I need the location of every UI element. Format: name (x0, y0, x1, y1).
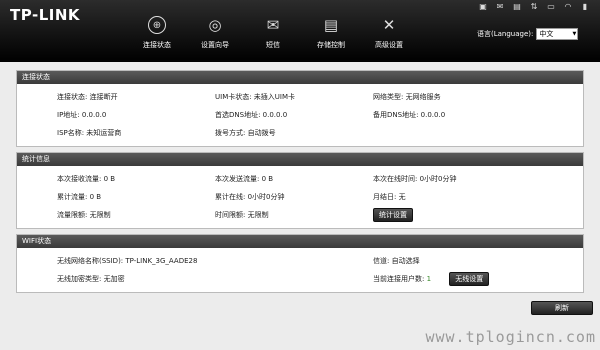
dial-mode: 拨号方式: 自动拨号 (215, 129, 276, 137)
main-content: 连接状态 连接状态: 连接断开 UIM卡状态: 未插入UIM卡 网络类型: 无网… (16, 70, 584, 298)
nav-label: 连接状态 (143, 41, 171, 49)
nav-label: 设置向导 (201, 41, 229, 49)
signal-icon: ▮ (582, 2, 588, 11)
wifi-encryption: 无线加密类型: 无加密 (57, 275, 125, 283)
time-limit: 时间限额: 无限制 (215, 211, 269, 219)
main-nav: ⊕ 连接状态 ◎ 设置向导 ✉ 短信 ▤ 存储控制 ✕ 高级设置 (128, 16, 418, 50)
nav-item-sms[interactable]: ✉ 短信 (244, 16, 302, 50)
nav-item-storage[interactable]: ▤ 存储控制 (302, 16, 360, 50)
ip-address: IP地址: 0.0.0.0 (57, 111, 107, 119)
panel-title: 连接状态 (17, 71, 583, 84)
stats-settings-button[interactable]: 统计设置 (373, 208, 413, 222)
wifi-channel: 信道: 自动选择 (373, 257, 420, 265)
nav-label: 高级设置 (375, 41, 403, 49)
stats-button-cell: 统计设置 (373, 206, 543, 224)
connection-status: 连接状态: 连接断开 (57, 93, 118, 101)
secondary-dns: 备用DNS地址: 0.0.0.0 (373, 111, 446, 119)
wifi-settings-button[interactable]: 无线设置 (449, 272, 490, 286)
nav-label: 短信 (266, 41, 280, 49)
billing-day: 月结日: 无 (373, 193, 406, 201)
language-label: 语言(Language): (477, 30, 534, 38)
tx-traffic: 本次发送流量: 0 B (215, 175, 274, 183)
wifi-ssid: 无线网络名称(SSID): TP-LINK_3G_AADE28 (57, 257, 198, 265)
users-count: 1 (426, 275, 432, 283)
brand-logo: TP-LINK (10, 6, 81, 24)
stats-panel: 统计信息 本次接收流量: 0 B 本次发送流量: 0 B 本次在线时间: 0小时… (16, 152, 584, 229)
nav-item-wizard[interactable]: ◎ 设置向导 (186, 16, 244, 50)
wifi-panel: WIFI状态 无线网络名称(SSID): TP-LINK_3G_AADE28 信… (16, 234, 584, 293)
primary-dns: 首选DNS地址: 0.0.0.0 (215, 111, 288, 119)
nav-item-status[interactable]: ⊕ 连接状态 (128, 16, 186, 50)
isp-name: ISP名称: 未知运营商 (57, 129, 122, 137)
uim-status: UIM卡状态: 未插入UIM卡 (215, 93, 296, 101)
refresh-button[interactable]: 刷新 (531, 301, 593, 315)
status-icons: ▣ ✉ ▤ ⇅ ▭ ◠ ▮ (478, 3, 590, 11)
rx-traffic: 本次接收流量: 0 B (57, 175, 116, 183)
panel-title: 统计信息 (17, 153, 583, 166)
total-online: 累计在线: 0小时0分钟 (215, 193, 285, 201)
language-selector: 语言(Language): 中文 (477, 28, 579, 40)
envelope-icon: ✉ (266, 16, 280, 34)
watermark: www.tplogincn.com (425, 328, 596, 346)
sim-icon: ▣ (479, 2, 487, 11)
top-bar: TP-LINK ▣ ✉ ▤ ⇅ ▭ ◠ ▮ ⊕ 连接状态 ◎ 设置向导 ✉ 短信… (0, 0, 600, 62)
sms-icon: ✉ (496, 2, 504, 11)
battery-icon: ▭ (547, 2, 555, 11)
sd-icon: ▤ (513, 2, 521, 11)
users-label: 当前连接用户数: (373, 275, 425, 283)
total-traffic: 累计流量: 0 B (57, 193, 102, 201)
language-select[interactable]: 中文 (536, 28, 579, 40)
sd-card-icon: ▤ (323, 16, 339, 34)
connection-panel: 连接状态 连接状态: 连接断开 UIM卡状态: 未插入UIM卡 网络类型: 无网… (16, 70, 584, 147)
empty-cell (373, 124, 543, 142)
nav-label: 存储控制 (317, 41, 345, 49)
network-type: 网络类型: 无网络服务 (373, 93, 441, 101)
tools-icon: ✕ (382, 16, 396, 34)
wifi-icon: ◠ (564, 2, 572, 11)
online-time: 本次在线时间: 0小时0分钟 (373, 175, 457, 183)
wifi-users: 当前连接用户数: 1 无线设置 (373, 270, 543, 288)
traffic-limit: 流量限额: 无限制 (57, 211, 111, 219)
nav-item-advanced[interactable]: ✕ 高级设置 (360, 16, 418, 50)
globe-icon: ⊕ (148, 16, 166, 34)
target-icon: ◎ (208, 16, 222, 34)
usb-icon: ⇅ (530, 2, 538, 11)
panel-title: WIFI状态 (17, 235, 583, 248)
